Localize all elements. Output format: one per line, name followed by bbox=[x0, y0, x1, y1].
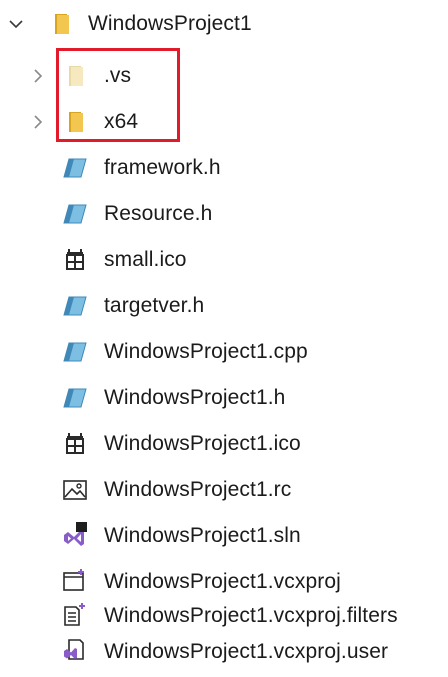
tree-item-label: WindowsProject1.h bbox=[104, 386, 286, 409]
tree-item-file[interactable]: WindowsProject1.rc bbox=[0, 470, 340, 510]
tree-item-folder[interactable]: .vs bbox=[0, 56, 200, 96]
tree-item-label: WindowsProject1.sln bbox=[104, 524, 301, 547]
tree-item-label: WindowsProject1.ico bbox=[104, 432, 301, 455]
sln-file-icon bbox=[62, 521, 88, 547]
ico-file-icon bbox=[62, 430, 88, 456]
tree-item-file[interactable]: WindowsProject1.sln bbox=[0, 516, 340, 556]
ico-file-icon bbox=[62, 246, 88, 272]
tree-item-label: WindowsProject1.vcxproj bbox=[104, 570, 341, 593]
tree-item-root[interactable]: WindowsProject1 bbox=[0, 4, 300, 44]
chevron-down-icon[interactable] bbox=[6, 14, 26, 34]
tree-item-file[interactable]: small.ico bbox=[0, 240, 300, 280]
header-file-icon bbox=[62, 385, 88, 411]
tree-item-folder[interactable]: x64 bbox=[0, 102, 200, 142]
tree-item-file[interactable]: targetver.h bbox=[0, 286, 300, 326]
tree-item-file[interactable]: WindowsProject1.vcxproj.filters bbox=[0, 596, 448, 636]
filters-file-icon bbox=[62, 601, 88, 627]
folder-icon bbox=[64, 109, 90, 135]
cpp-file-icon bbox=[62, 339, 88, 365]
tree-item-file[interactable]: Resource.h bbox=[0, 194, 300, 234]
tree-item-file[interactable]: WindowsProject1.ico bbox=[0, 424, 340, 464]
header-file-icon bbox=[62, 293, 88, 319]
tree-item-file[interactable]: WindowsProject1.vcxproj.user bbox=[0, 632, 448, 672]
tree-item-label: small.ico bbox=[104, 248, 187, 271]
solution-explorer-tree: WindowsProject1 .vs x64 framework.h Reso… bbox=[0, 0, 448, 677]
tree-item-file[interactable]: WindowsProject1.h bbox=[0, 378, 340, 418]
vcxproj-file-icon bbox=[62, 567, 88, 593]
tree-item-label: WindowsProject1 bbox=[88, 12, 252, 35]
tree-item-label: WindowsProject1.vcxproj.filters bbox=[104, 604, 398, 627]
tree-item-file[interactable]: framework.h bbox=[0, 148, 300, 188]
rc-file-icon bbox=[62, 477, 88, 503]
user-file-icon bbox=[62, 637, 88, 663]
header-file-icon bbox=[62, 201, 88, 227]
tree-item-label: x64 bbox=[104, 110, 139, 133]
tree-item-label: .vs bbox=[104, 64, 132, 87]
folder-icon bbox=[64, 63, 90, 89]
chevron-right-icon[interactable] bbox=[28, 66, 48, 86]
tree-item-file[interactable]: WindowsProject1.cpp bbox=[0, 332, 340, 372]
tree-item-label: framework.h bbox=[104, 156, 221, 179]
folder-icon bbox=[50, 11, 76, 37]
tree-item-label: WindowsProject1.cpp bbox=[104, 340, 308, 363]
chevron-right-icon[interactable] bbox=[28, 112, 48, 132]
tree-item-label: targetver.h bbox=[104, 294, 205, 317]
tree-item-label: Resource.h bbox=[104, 202, 213, 225]
tree-item-label: WindowsProject1.rc bbox=[104, 478, 292, 501]
header-file-icon bbox=[62, 155, 88, 181]
tree-item-label: WindowsProject1.vcxproj.user bbox=[104, 640, 389, 663]
